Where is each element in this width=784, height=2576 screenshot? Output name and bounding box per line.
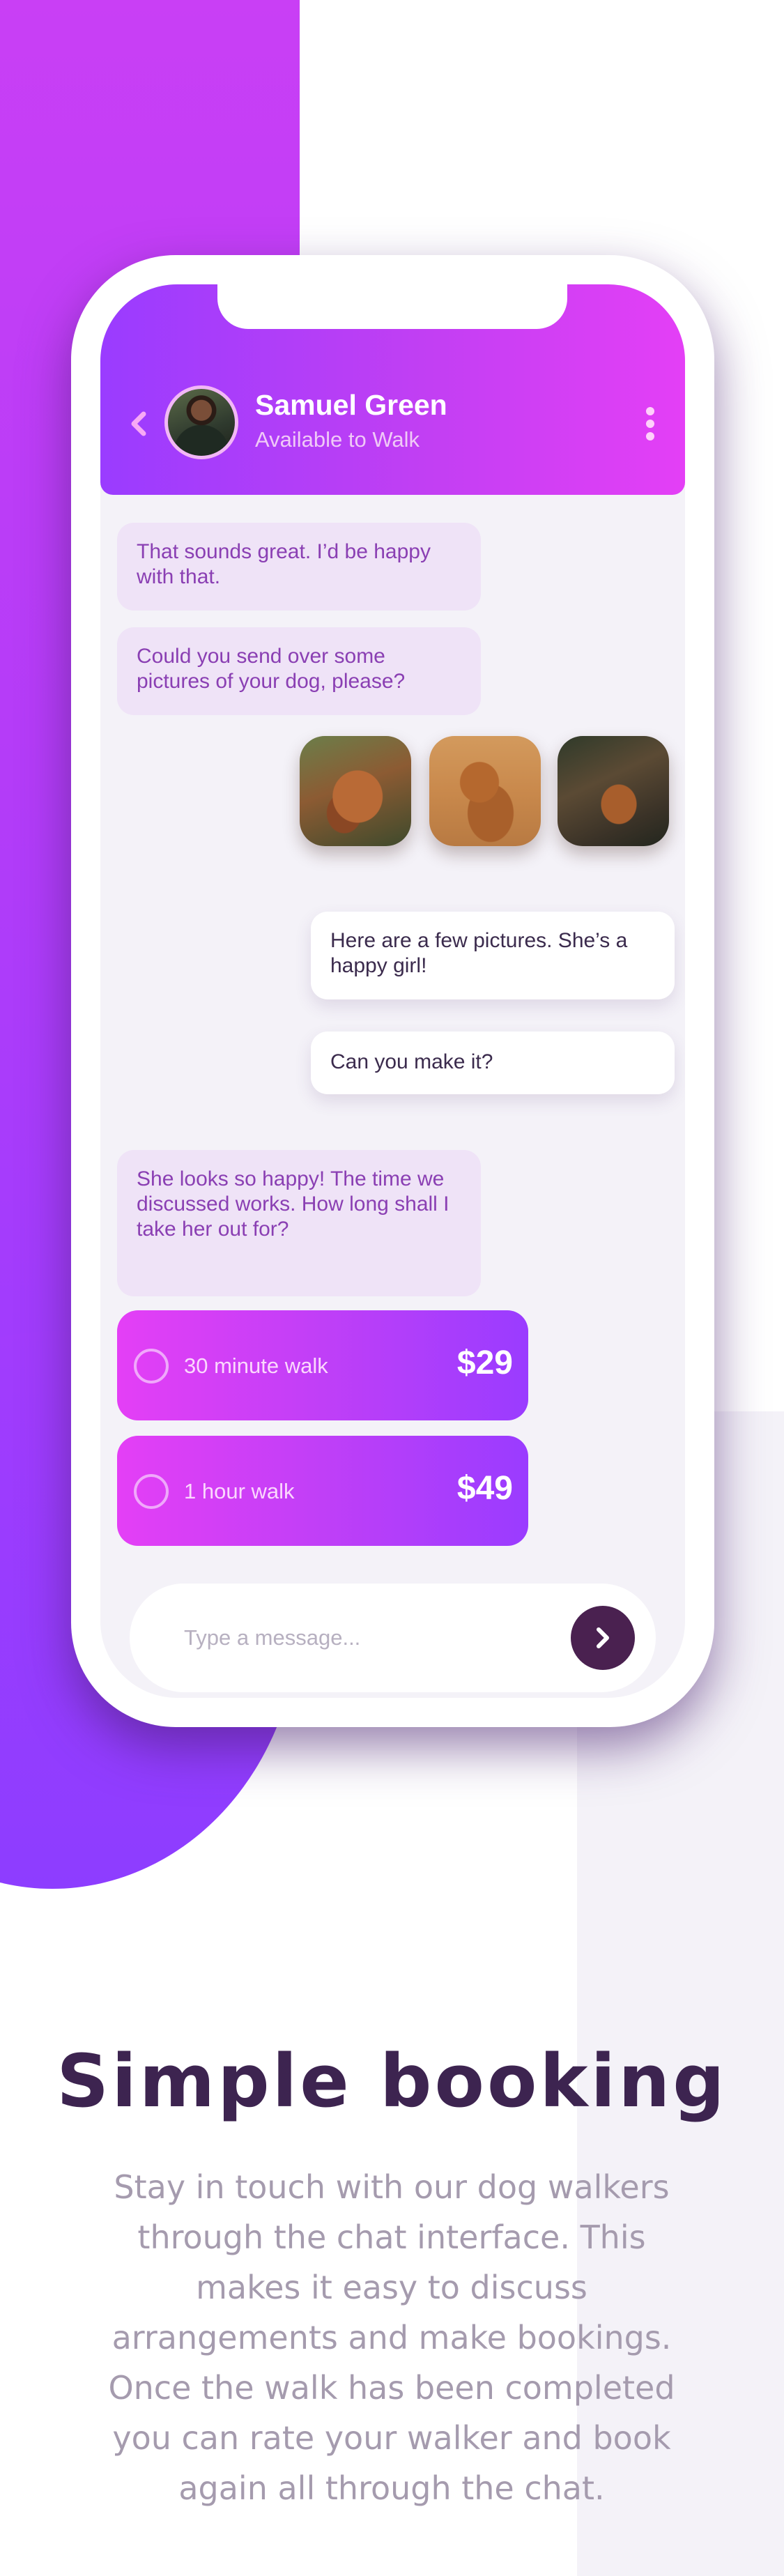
booking-option-label: 1 hour walk xyxy=(184,1479,295,1503)
contact-status: Available to Walk xyxy=(255,427,420,452)
description-line: Stay in touch with our dog walkers xyxy=(114,2168,670,2206)
dog-photo-thumbnail[interactable] xyxy=(300,736,411,846)
radio-button[interactable] xyxy=(134,1474,169,1509)
description-line: arrangements and make bookings. xyxy=(112,2319,672,2356)
message-bubble-incoming: That sounds great. I’d be happy with tha… xyxy=(117,523,481,611)
contact-name: Samuel Green xyxy=(255,389,447,421)
feature-description: Stay in touch with our dog walkers throu… xyxy=(78,2162,705,2513)
description-line: you can rate your walker and book xyxy=(112,2419,671,2457)
dog-photo-thumbnail[interactable] xyxy=(429,736,541,846)
message-bubble-outgoing: Can you make it? xyxy=(311,1032,675,1094)
description-line: makes it easy to discuss xyxy=(196,2269,587,2306)
description-line: again all through the chat. xyxy=(178,2469,605,2507)
phone-notch xyxy=(217,284,567,329)
message-bubble-incoming: Could you send over some pictures of you… xyxy=(117,627,481,715)
avatar[interactable] xyxy=(164,385,238,459)
message-bubble-outgoing: Here are a few pictures. She’s a happy g… xyxy=(311,912,675,999)
chevron-right-icon xyxy=(597,1627,609,1648)
booking-option-30min[interactable]: 30 minute walk $29 xyxy=(117,1310,528,1420)
booking-option-label: 30 minute walk xyxy=(184,1354,328,1378)
message-input[interactable] xyxy=(184,1620,546,1656)
radio-button[interactable] xyxy=(134,1349,169,1383)
feature-title: Simple booking xyxy=(56,2039,728,2124)
description-line: through the chat interface. This xyxy=(137,2218,646,2256)
more-vertical-icon[interactable] xyxy=(645,407,655,442)
booking-option-1hour[interactable]: 1 hour walk $49 xyxy=(117,1436,528,1546)
send-button[interactable] xyxy=(571,1606,635,1670)
booking-option-price: $29 xyxy=(456,1344,513,1381)
phone-mockup: Samuel Green Available to Walk That soun… xyxy=(71,255,714,1727)
message-bubble-incoming: She looks so happy! The time we discusse… xyxy=(117,1150,481,1296)
booking-option-price: $49 xyxy=(456,1470,513,1507)
description-line: Once the walk has been completed xyxy=(108,2369,675,2407)
dog-photo-thumbnail[interactable] xyxy=(558,736,669,846)
message-composer xyxy=(130,1584,656,1692)
chat-screen: Samuel Green Available to Walk That soun… xyxy=(100,284,685,1698)
chevron-left-icon[interactable] xyxy=(128,410,149,438)
